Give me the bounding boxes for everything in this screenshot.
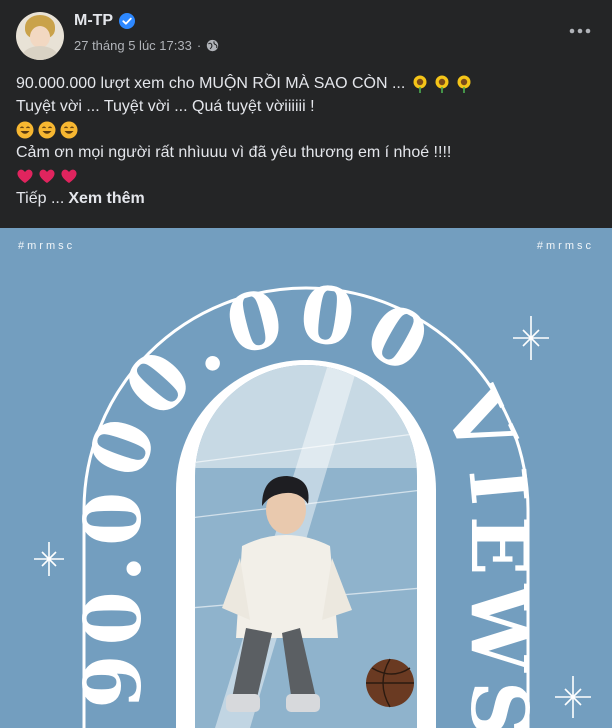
- post-text: 90.000.000 lượt xem cho MUỘN RỒI MÀ SAO …: [16, 72, 596, 210]
- post-line-1-text: 90.000.000 lượt xem cho MUỘN RỒI MÀ SAO …: [16, 75, 406, 92]
- smiling-face-icon: [38, 121, 56, 138]
- smiling-face-icon: [60, 121, 78, 138]
- meta-separator: ·: [196, 38, 202, 53]
- sparkle-icon: [555, 676, 591, 718]
- red-heart-icon: [39, 169, 55, 183]
- sparkle-icon: [34, 542, 64, 576]
- avatar-face: [30, 26, 50, 48]
- verified-badge-icon: [119, 13, 136, 29]
- globe-icon[interactable]: [206, 39, 219, 52]
- avatar-body: [22, 46, 58, 60]
- milestone-artwork: 90.000.000 VIEWS: [34, 268, 591, 728]
- post-line-4-text: Tiếp ...: [16, 190, 65, 207]
- sparkle-icon: [513, 316, 549, 360]
- smiling-face-icon: [16, 121, 34, 138]
- sunflower-emojis: [411, 75, 477, 93]
- post-meta: 27 tháng 5 lúc 17:33 ·: [74, 38, 219, 53]
- red-heart-icon: [17, 169, 33, 183]
- smile-emoji-row: [16, 118, 596, 141]
- post-line-2: Tuyệt vời ... Tuyệt vời ... Quá tuyệt vờ…: [16, 95, 596, 118]
- artist-photo: [195, 365, 417, 728]
- facebook-post: M-TP 27 tháng 5 lúc 17:33 · 90.000.000 l…: [0, 0, 612, 728]
- author-avatar[interactable]: [16, 12, 64, 60]
- post-image[interactable]: #mrmsc #mrmsc 90.000.000 VIEWS: [0, 228, 612, 728]
- author-row: M-TP: [74, 12, 136, 30]
- post-line-1: 90.000.000 lượt xem cho MUỘN RỒI MÀ SAO …: [16, 72, 596, 95]
- sunflower-icon: [435, 75, 449, 93]
- heart-emoji-row: [16, 164, 596, 187]
- red-heart-icon: [61, 169, 77, 183]
- post-line-3: Cảm ơn mọi người rất nhìuuu vì đã yêu th…: [16, 141, 596, 164]
- sunflower-icon: [457, 75, 471, 93]
- see-more-link[interactable]: Xem thêm: [68, 187, 144, 210]
- sunflower-icon: [413, 75, 427, 93]
- more-options-icon[interactable]: [568, 22, 592, 40]
- post-timestamp[interactable]: 27 tháng 5 lúc 17:33: [74, 38, 192, 53]
- author-name[interactable]: M-TP: [74, 12, 113, 30]
- post-line-2-text: Tuyệt vời ... Tuyệt vời ... Quá tuyệt vờ…: [16, 98, 315, 115]
- post-line-3-text: Cảm ơn mọi người rất nhìuuu vì đã yêu th…: [16, 144, 452, 161]
- post-line-4: Tiếp ... Xem thêm: [16, 187, 596, 210]
